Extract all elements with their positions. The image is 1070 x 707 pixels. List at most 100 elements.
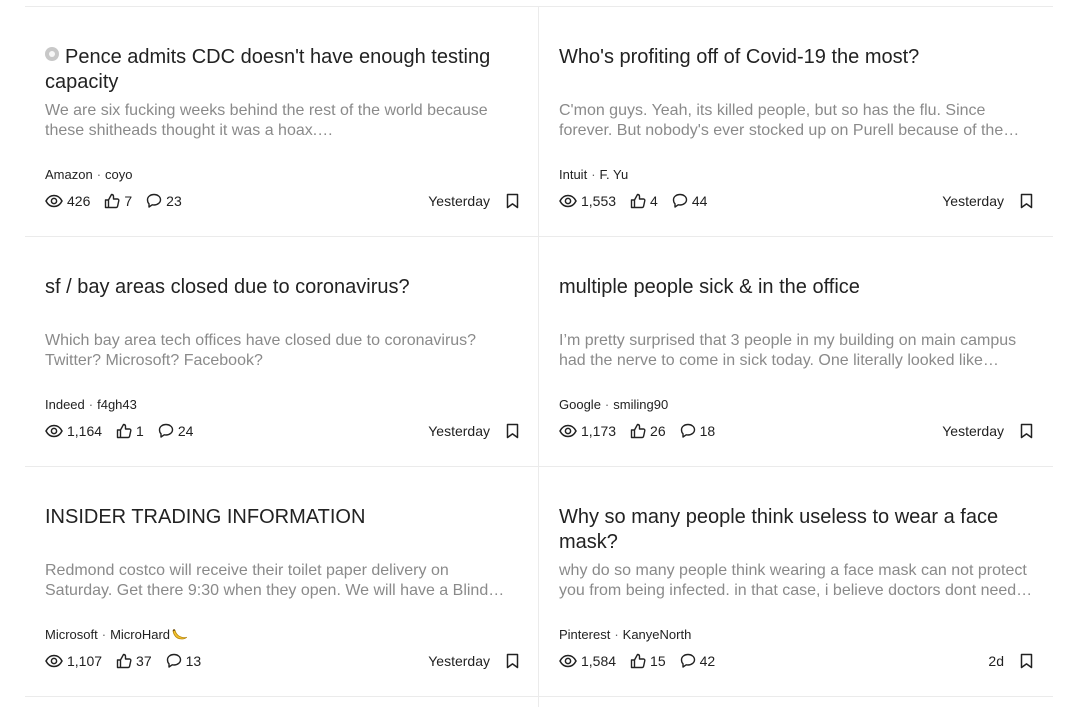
views-stat: 1,173 xyxy=(559,423,616,439)
likes-count: 1 xyxy=(136,423,144,439)
comments-count: 42 xyxy=(699,653,716,669)
company-name[interactable]: Intuit xyxy=(559,167,587,182)
author-name[interactable]: coyo xyxy=(105,167,132,182)
likes-stat[interactable]: 4 xyxy=(630,193,658,209)
author-name[interactable]: f4gh43 xyxy=(97,397,137,412)
likes-count: 4 xyxy=(650,193,658,209)
views-stat: 426 xyxy=(45,193,90,209)
comments-count: 13 xyxy=(185,653,202,669)
company-name[interactable]: Amazon xyxy=(45,167,93,182)
post-title[interactable]: Pence admits CDC doesn't have enough tes… xyxy=(45,45,519,95)
bookmark-icon[interactable] xyxy=(1020,423,1033,439)
post-meta: Microsoft · MicroHard xyxy=(45,627,188,643)
thumbs-up-icon xyxy=(630,193,646,209)
comments-count: 23 xyxy=(166,193,182,209)
author-name[interactable]: MicroHard xyxy=(110,627,170,642)
post-title[interactable]: sf / bay areas closed due to coronavirus… xyxy=(45,275,519,300)
post-feed: Pence admits CDC doesn't have enough tes… xyxy=(25,6,1053,707)
author-name[interactable]: F. Yu xyxy=(600,167,629,182)
comment-icon xyxy=(672,193,688,208)
meta-separator: · xyxy=(88,397,94,412)
views-stat: 1,553 xyxy=(559,193,616,209)
post-actions: Yesterday xyxy=(428,651,519,671)
likes-count: 26 xyxy=(650,423,666,439)
likes-stat[interactable]: 1 xyxy=(116,423,144,439)
post-card[interactable]: INSIDER TRADING INFORMATION Redmond cost… xyxy=(25,467,539,697)
eye-icon xyxy=(45,194,63,208)
likes-count: 15 xyxy=(650,653,666,669)
comments-stat[interactable]: 42 xyxy=(680,653,716,669)
author-name[interactable]: KanyeNorth xyxy=(623,627,692,642)
post-card[interactable]: multiple people sick & in the office I’m… xyxy=(539,237,1053,467)
meta-separator: · xyxy=(96,167,102,182)
likes-stat[interactable]: 15 xyxy=(630,653,666,669)
views-count: 426 xyxy=(67,193,91,209)
bookmark-icon[interactable] xyxy=(506,193,519,209)
post-meta: Pinterest · KanyeNorth xyxy=(559,627,691,643)
views-count: 1,107 xyxy=(67,653,103,669)
post-time: 2d xyxy=(988,653,1004,669)
company-name[interactable]: Microsoft xyxy=(45,627,98,642)
likes-stat[interactable]: 37 xyxy=(116,653,152,669)
post-card[interactable]: Pence admits CDC doesn't have enough tes… xyxy=(25,7,539,237)
post-actions: Yesterday xyxy=(942,191,1033,211)
meta-separator: · xyxy=(101,627,107,642)
post-preview: Which bay area tech offices have closed … xyxy=(45,332,477,369)
comments-count: 18 xyxy=(699,423,716,439)
post-card[interactable]: Who's profiting off of Covid-19 the most… xyxy=(539,7,1053,237)
post-time: Yesterday xyxy=(428,193,490,209)
eye-icon xyxy=(45,654,63,668)
post-stats: 1,553 4 44 xyxy=(559,191,721,211)
post-title[interactable]: multiple people sick & in the office xyxy=(559,275,1033,300)
bookmark-icon[interactable] xyxy=(506,423,519,439)
company-name[interactable]: Google xyxy=(559,397,601,412)
comments-count: 44 xyxy=(691,193,708,209)
comments-stat[interactable]: 44 xyxy=(672,193,708,209)
comments-count: 24 xyxy=(177,423,194,439)
bookmark-icon[interactable] xyxy=(1020,193,1033,209)
comments-stat[interactable]: 13 xyxy=(166,653,202,669)
post-stats: 1,107 37 13 xyxy=(45,651,215,671)
company-name[interactable]: Pinterest xyxy=(559,627,610,642)
post-preview: why do so many people think wearing a fa… xyxy=(559,562,1027,599)
views-count: 1,584 xyxy=(581,653,617,669)
post-title[interactable]: Who's profiting off of Covid-19 the most… xyxy=(559,45,1033,70)
bookmark-icon[interactable] xyxy=(506,653,519,669)
eye-icon xyxy=(559,654,577,668)
comments-stat[interactable]: 24 xyxy=(158,423,194,439)
comments-stat[interactable]: 23 xyxy=(146,193,182,209)
post-stats: 1,584 15 42 xyxy=(559,651,729,671)
author-name[interactable]: smiling90 xyxy=(613,397,668,412)
likes-count: 7 xyxy=(124,193,133,209)
post-stats: 1,173 26 18 xyxy=(559,421,729,441)
views-stat: 1,164 xyxy=(45,423,102,439)
post-card[interactable]: Why so many people think useless to wear… xyxy=(539,467,1053,697)
post-time: Yesterday xyxy=(942,193,1004,209)
views-stat: 1,584 xyxy=(559,653,616,669)
post-title[interactable]: Why so many people think useless to wear… xyxy=(559,505,1033,555)
post-stats: 426 7 23 xyxy=(45,191,196,211)
badge-icon xyxy=(45,47,59,61)
thumbs-up-icon xyxy=(116,653,132,669)
bookmark-icon[interactable] xyxy=(1020,653,1033,669)
post-time: Yesterday xyxy=(942,423,1004,439)
meta-separator: · xyxy=(591,167,596,182)
thumbs-up-icon xyxy=(630,653,646,669)
comments-stat[interactable]: 18 xyxy=(680,423,716,439)
comment-icon xyxy=(146,193,162,208)
comment-icon xyxy=(166,653,181,668)
comment-icon xyxy=(680,653,695,668)
post-meta: Indeed · f4gh43 xyxy=(45,397,137,413)
post-card[interactable]: sf / bay areas closed due to coronavirus… xyxy=(25,237,539,467)
eye-icon xyxy=(559,194,577,208)
company-name[interactable]: Indeed xyxy=(45,397,85,412)
post-title[interactable]: INSIDER TRADING INFORMATION xyxy=(45,505,519,530)
post-actions: 2d xyxy=(988,651,1033,671)
post-meta: Intuit · F. Yu xyxy=(559,167,628,183)
thumbs-up-icon xyxy=(630,423,646,439)
banana-icon xyxy=(172,629,188,640)
post-actions: Yesterday xyxy=(942,421,1033,441)
post-actions: Yesterday xyxy=(428,191,519,211)
likes-stat[interactable]: 7 xyxy=(104,193,132,209)
likes-stat[interactable]: 26 xyxy=(630,423,666,439)
